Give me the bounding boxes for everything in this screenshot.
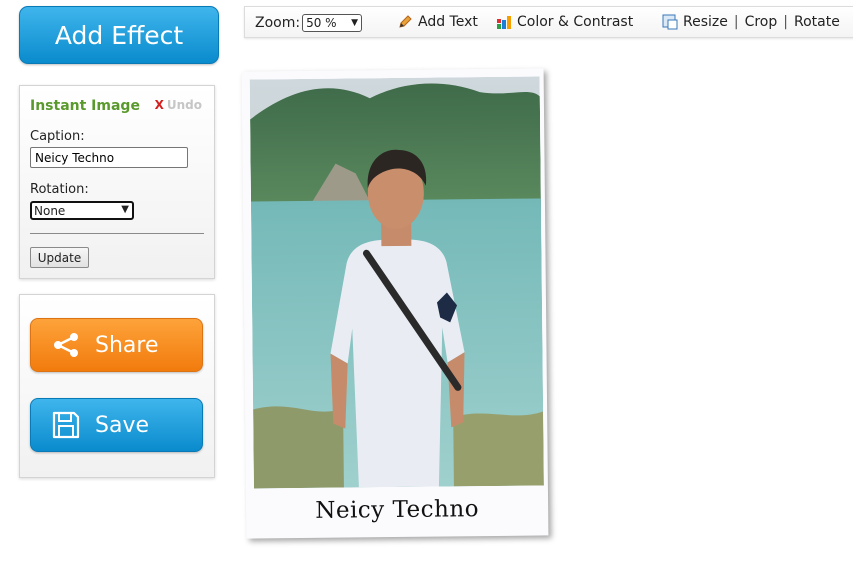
rotate-button[interactable]: Rotate	[794, 14, 840, 30]
caption-label: Caption:	[30, 129, 85, 144]
panel-title: Instant Image	[30, 98, 140, 114]
rotation-label: Rotation:	[30, 182, 89, 197]
rotation-select[interactable]: None ▼	[30, 201, 134, 220]
toolbar: Zoom: 50 % ▼ Add Text Color & Contrast R…	[244, 6, 853, 38]
color-contrast-label: Color & Contrast	[517, 14, 634, 30]
undo-label: Undo	[166, 98, 202, 112]
photo-image	[249, 76, 544, 489]
resize-button[interactable]: Resize	[683, 14, 728, 30]
share-label: Share	[95, 332, 159, 358]
share-button[interactable]: Share	[30, 318, 203, 372]
color-bars-icon	[497, 16, 511, 29]
resize-icon	[662, 14, 678, 30]
crop-button[interactable]: Crop	[745, 14, 778, 30]
add-text-button[interactable]: Add Text	[397, 14, 478, 30]
add-effect-button[interactable]: Add Effect	[19, 6, 219, 64]
save-icon	[52, 411, 80, 439]
caption-input[interactable]	[30, 147, 188, 168]
effect-settings-panel: Instant Image XUndo Caption: Rotation: N…	[19, 85, 215, 279]
update-button[interactable]: Update	[30, 247, 89, 268]
save-button[interactable]: Save	[30, 398, 203, 452]
portrait-photo-illustration	[249, 76, 544, 489]
chevron-down-icon: ▼	[121, 204, 129, 215]
zoom-control: Zoom: 50 % ▼	[255, 14, 363, 32]
zoom-label: Zoom:	[255, 15, 301, 31]
color-contrast-button[interactable]: Color & Contrast	[496, 14, 633, 30]
divider	[30, 233, 204, 234]
pencil-icon	[399, 15, 412, 28]
update-label: Update	[37, 250, 82, 265]
separator: |	[783, 14, 788, 30]
photo-caption: Neicy Techno	[315, 496, 480, 524]
resize-crop-rotate-group: Resize | Crop | Rotate	[662, 14, 840, 30]
undo-button[interactable]: X Undo	[155, 98, 202, 112]
add-effect-label: Add Effect	[54, 20, 184, 50]
zoom-select[interactable]: 50 % ▼	[302, 14, 363, 32]
share-icon	[54, 333, 78, 357]
polaroid-photo-frame: Neicy Techno	[241, 68, 549, 539]
add-text-label: Add Text	[418, 14, 478, 30]
undo-x-icon: X	[154, 98, 164, 112]
zoom-value: 50 %	[306, 16, 337, 30]
separator: |	[733, 14, 739, 30]
save-label: Save	[95, 412, 150, 438]
rotation-value: None	[34, 203, 66, 218]
chevron-down-icon: ▼	[351, 18, 359, 28]
share-save-panel: Share Save	[19, 294, 215, 478]
